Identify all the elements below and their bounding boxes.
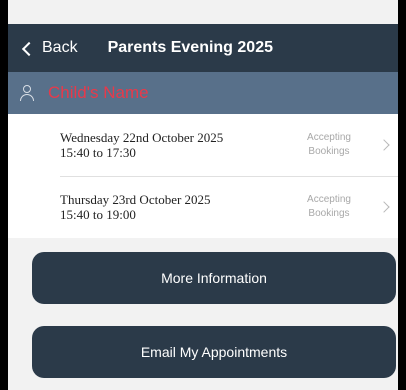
booking-status-line2: Bookings bbox=[308, 146, 350, 157]
chevron-right-icon bbox=[378, 139, 390, 151]
child-selector[interactable]: Child's Name bbox=[8, 72, 398, 114]
more-information-button[interactable]: More Information bbox=[32, 252, 396, 304]
page-title: Parents Evening 2025 bbox=[107, 39, 273, 56]
evening-date: Thursday 23rd October 2025 bbox=[60, 192, 211, 207]
navigation-bar: Back Parents Evening 2025 bbox=[8, 24, 398, 72]
evening-details: Thursday 23rd October 2025 15:40 to 19:0… bbox=[60, 192, 280, 222]
person-icon bbox=[20, 85, 34, 101]
evening-time: 15:40 to 19:00 bbox=[60, 207, 136, 222]
app-screen: Back Parents Evening 2025 Child's Name W… bbox=[8, 0, 398, 390]
back-button[interactable]: Back bbox=[21, 24, 78, 72]
back-label: Back bbox=[42, 39, 78, 56]
chevron-right-icon bbox=[378, 201, 390, 213]
booking-status-line1: Accepting bbox=[307, 194, 351, 205]
list-item[interactable]: Thursday 23rd October 2025 15:40 to 19:0… bbox=[8, 176, 398, 238]
evening-date: Wednesday 22nd October 2025 bbox=[60, 130, 224, 145]
chevron-left-icon bbox=[21, 41, 37, 56]
evening-details: Wednesday 22nd October 2025 15:40 to 17:… bbox=[60, 130, 280, 160]
evening-time: 15:40 to 17:30 bbox=[60, 145, 136, 160]
booking-status: Accepting Bookings bbox=[294, 131, 364, 159]
booking-status-line1: Accepting bbox=[307, 132, 351, 143]
list-item[interactable]: Wednesday 22nd October 2025 15:40 to 17:… bbox=[8, 114, 398, 176]
booking-status-line2: Bookings bbox=[308, 208, 350, 219]
booking-status: Accepting Bookings bbox=[294, 193, 364, 221]
evenings-list: Wednesday 22nd October 2025 15:40 to 17:… bbox=[8, 114, 398, 238]
child-name: Child's Name bbox=[48, 83, 149, 102]
email-appointments-button[interactable]: Email My Appointments bbox=[32, 326, 396, 378]
